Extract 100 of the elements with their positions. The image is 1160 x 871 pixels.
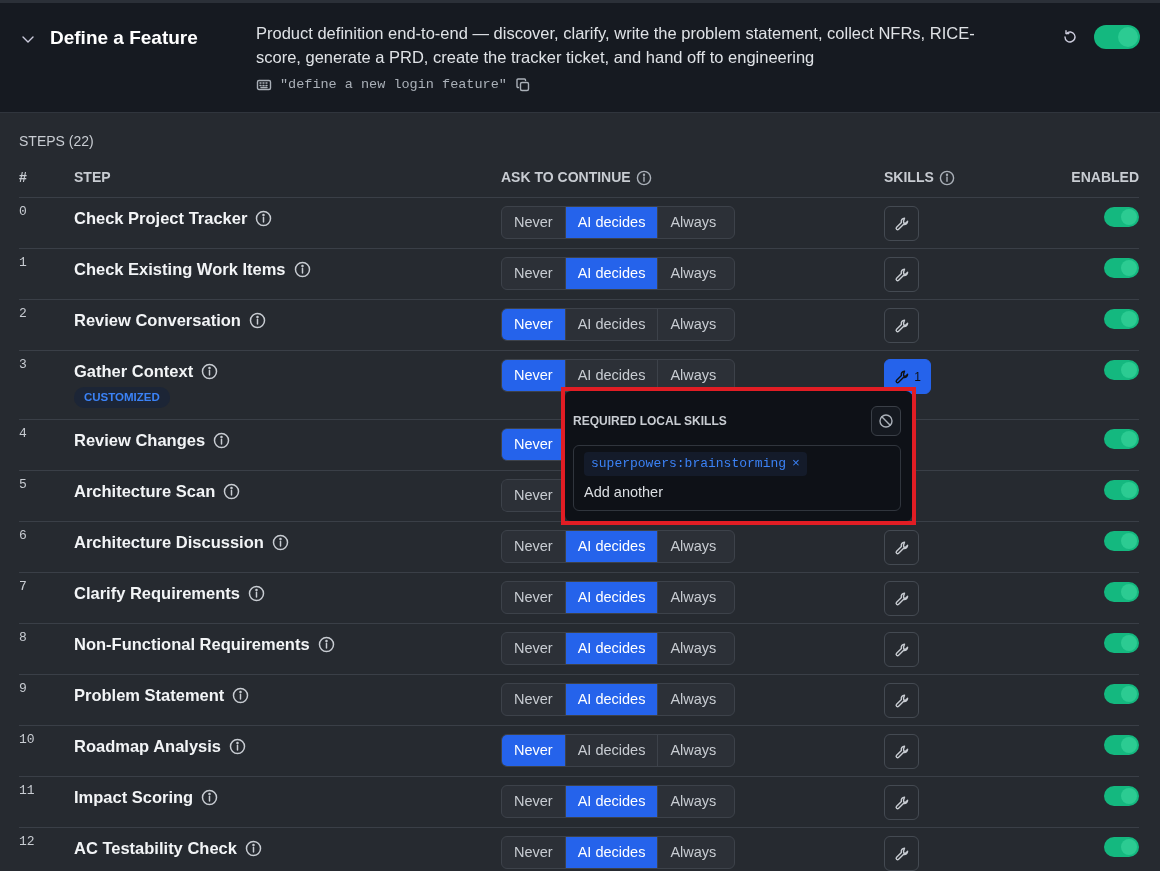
step-name: Check Project Tracker (74, 208, 248, 229)
skills-button[interactable] (884, 581, 919, 616)
step-number: 11 (19, 783, 35, 798)
info-icon (244, 839, 262, 857)
option-tab[interactable]: Never (502, 360, 566, 391)
feature-description: Product definition end-to-end — discover, clarify, write the problem statement, collect NFRs, RICE-score, generate a PRD, create the tracker ticket, and hand off to engineering (256, 23, 976, 68)
clear-button[interactable] (871, 406, 901, 436)
option-tab[interactable]: Never (502, 309, 566, 340)
info-icon (201, 788, 219, 806)
info-icon (247, 584, 265, 602)
step-name: Clarify Requirements (74, 583, 240, 604)
option-tab[interactable]: AI decides (565, 531, 659, 562)
add-skill-field[interactable]: Add another (584, 475, 890, 506)
toggle-switch[interactable] (1104, 837, 1139, 857)
info-icon (223, 482, 241, 500)
step-name: AC Testability Check (74, 838, 237, 859)
option-tab[interactable]: Always (658, 837, 729, 868)
skills-button[interactable] (884, 683, 919, 718)
wrench-icon (893, 317, 910, 334)
skills-button[interactable] (884, 206, 919, 241)
info-icon (213, 431, 231, 449)
option-tab[interactable]: AI decides (565, 837, 659, 868)
toggle-switch[interactable] (1104, 309, 1139, 329)
skills-button[interactable] (884, 734, 919, 769)
skills-button[interactable] (884, 308, 919, 343)
step-number: 7 (19, 579, 27, 594)
skills-button[interactable] (884, 530, 919, 565)
column-header: ASK TO CONTINUE (501, 168, 631, 187)
option-tab[interactable]: AI decides (565, 207, 659, 238)
option-tab[interactable]: AI decides (565, 786, 659, 817)
option-tab[interactable]: AI decides (565, 582, 659, 613)
option-tab[interactable]: AI decides (565, 258, 659, 289)
info-icon (232, 686, 250, 704)
option-tab[interactable]: Always (658, 786, 729, 817)
option-tab[interactable]: Always (658, 309, 729, 340)
toggle-switch[interactable] (1104, 258, 1139, 278)
option-tab[interactable]: Never (502, 837, 566, 868)
wrench-icon (893, 743, 910, 760)
step-name: Review Changes (74, 430, 206, 451)
toggle-switch[interactable] (1104, 207, 1139, 227)
step-number: 10 (19, 732, 35, 747)
step-name: Check Existing Work Items (74, 259, 286, 280)
step-number: 1 (19, 255, 27, 270)
skills-button[interactable] (884, 785, 919, 820)
step-name: Review Conversation (74, 310, 241, 331)
option-tab[interactable]: Always (658, 531, 729, 562)
option-tab[interactable]: AI decides (565, 735, 659, 766)
option-tab[interactable]: Always (658, 360, 729, 391)
skills-button[interactable] (884, 632, 919, 667)
option-tab[interactable]: AI decides (565, 684, 659, 715)
toggle-switch[interactable] (1104, 786, 1139, 806)
skills-button[interactable] (884, 836, 919, 871)
option-tab[interactable]: Never (502, 258, 566, 289)
option-tab[interactable]: Always (658, 633, 729, 664)
wrench-icon (893, 215, 910, 232)
option-tab[interactable]: Never (502, 633, 566, 664)
step-name: Problem Statement (74, 685, 225, 706)
copy-icon[interactable] (514, 77, 531, 94)
option-tab[interactable]: Always (658, 684, 729, 715)
step-number: 2 (19, 306, 27, 321)
wrench-icon (893, 794, 910, 811)
skills-button[interactable] (884, 257, 919, 292)
option-tab[interactable]: Never (502, 531, 566, 562)
option-tab[interactable]: Never (502, 207, 566, 238)
option-tab[interactable]: Never (502, 582, 566, 613)
option-tab[interactable]: Always (658, 207, 729, 238)
toggle-switch[interactable] (1104, 582, 1139, 602)
feature-title: Define a Feature (50, 26, 199, 50)
step-name: Impact Scoring (74, 787, 194, 808)
toggle-switch[interactable] (1094, 25, 1140, 49)
option-tab[interactable]: Never (502, 735, 566, 766)
info-icon (317, 635, 335, 653)
skills-input[interactable]: superpowers:brainstorming × Add another (573, 445, 901, 512)
toggle-switch[interactable] (1104, 429, 1139, 449)
info-icon (229, 737, 247, 755)
toggle-switch[interactable] (1104, 531, 1139, 551)
option-tab[interactable]: Never (502, 684, 566, 715)
column-header: # (19, 168, 27, 187)
option-tab[interactable]: Never (502, 786, 566, 817)
step-number: 0 (19, 204, 27, 219)
column-header: STEP (74, 168, 111, 187)
toggle-switch[interactable] (1104, 360, 1139, 380)
skill-tag: superpowers:brainstorming × (584, 452, 807, 476)
option-tab[interactable]: Always (658, 735, 729, 766)
toggle-switch[interactable] (1104, 480, 1139, 500)
step-name: Gather Context (74, 361, 194, 382)
option-tab[interactable]: Always (658, 582, 729, 613)
step-number: 4 (19, 426, 27, 441)
ban-icon (878, 413, 894, 429)
option-tab[interactable]: Always (658, 258, 729, 289)
option-tab[interactable]: AI decides (565, 633, 659, 664)
popover-title: REQUIRED LOCAL SKILLS (573, 413, 727, 430)
info-icon (271, 533, 289, 551)
option-tab[interactable]: AI decides (565, 309, 659, 340)
toggle-switch[interactable] (1104, 735, 1139, 755)
reset-icon[interactable] (1062, 29, 1078, 45)
step-number: 5 (19, 477, 27, 492)
toggle-switch[interactable] (1104, 684, 1139, 704)
wrench-icon (894, 368, 911, 385)
toggle-switch[interactable] (1104, 633, 1139, 653)
